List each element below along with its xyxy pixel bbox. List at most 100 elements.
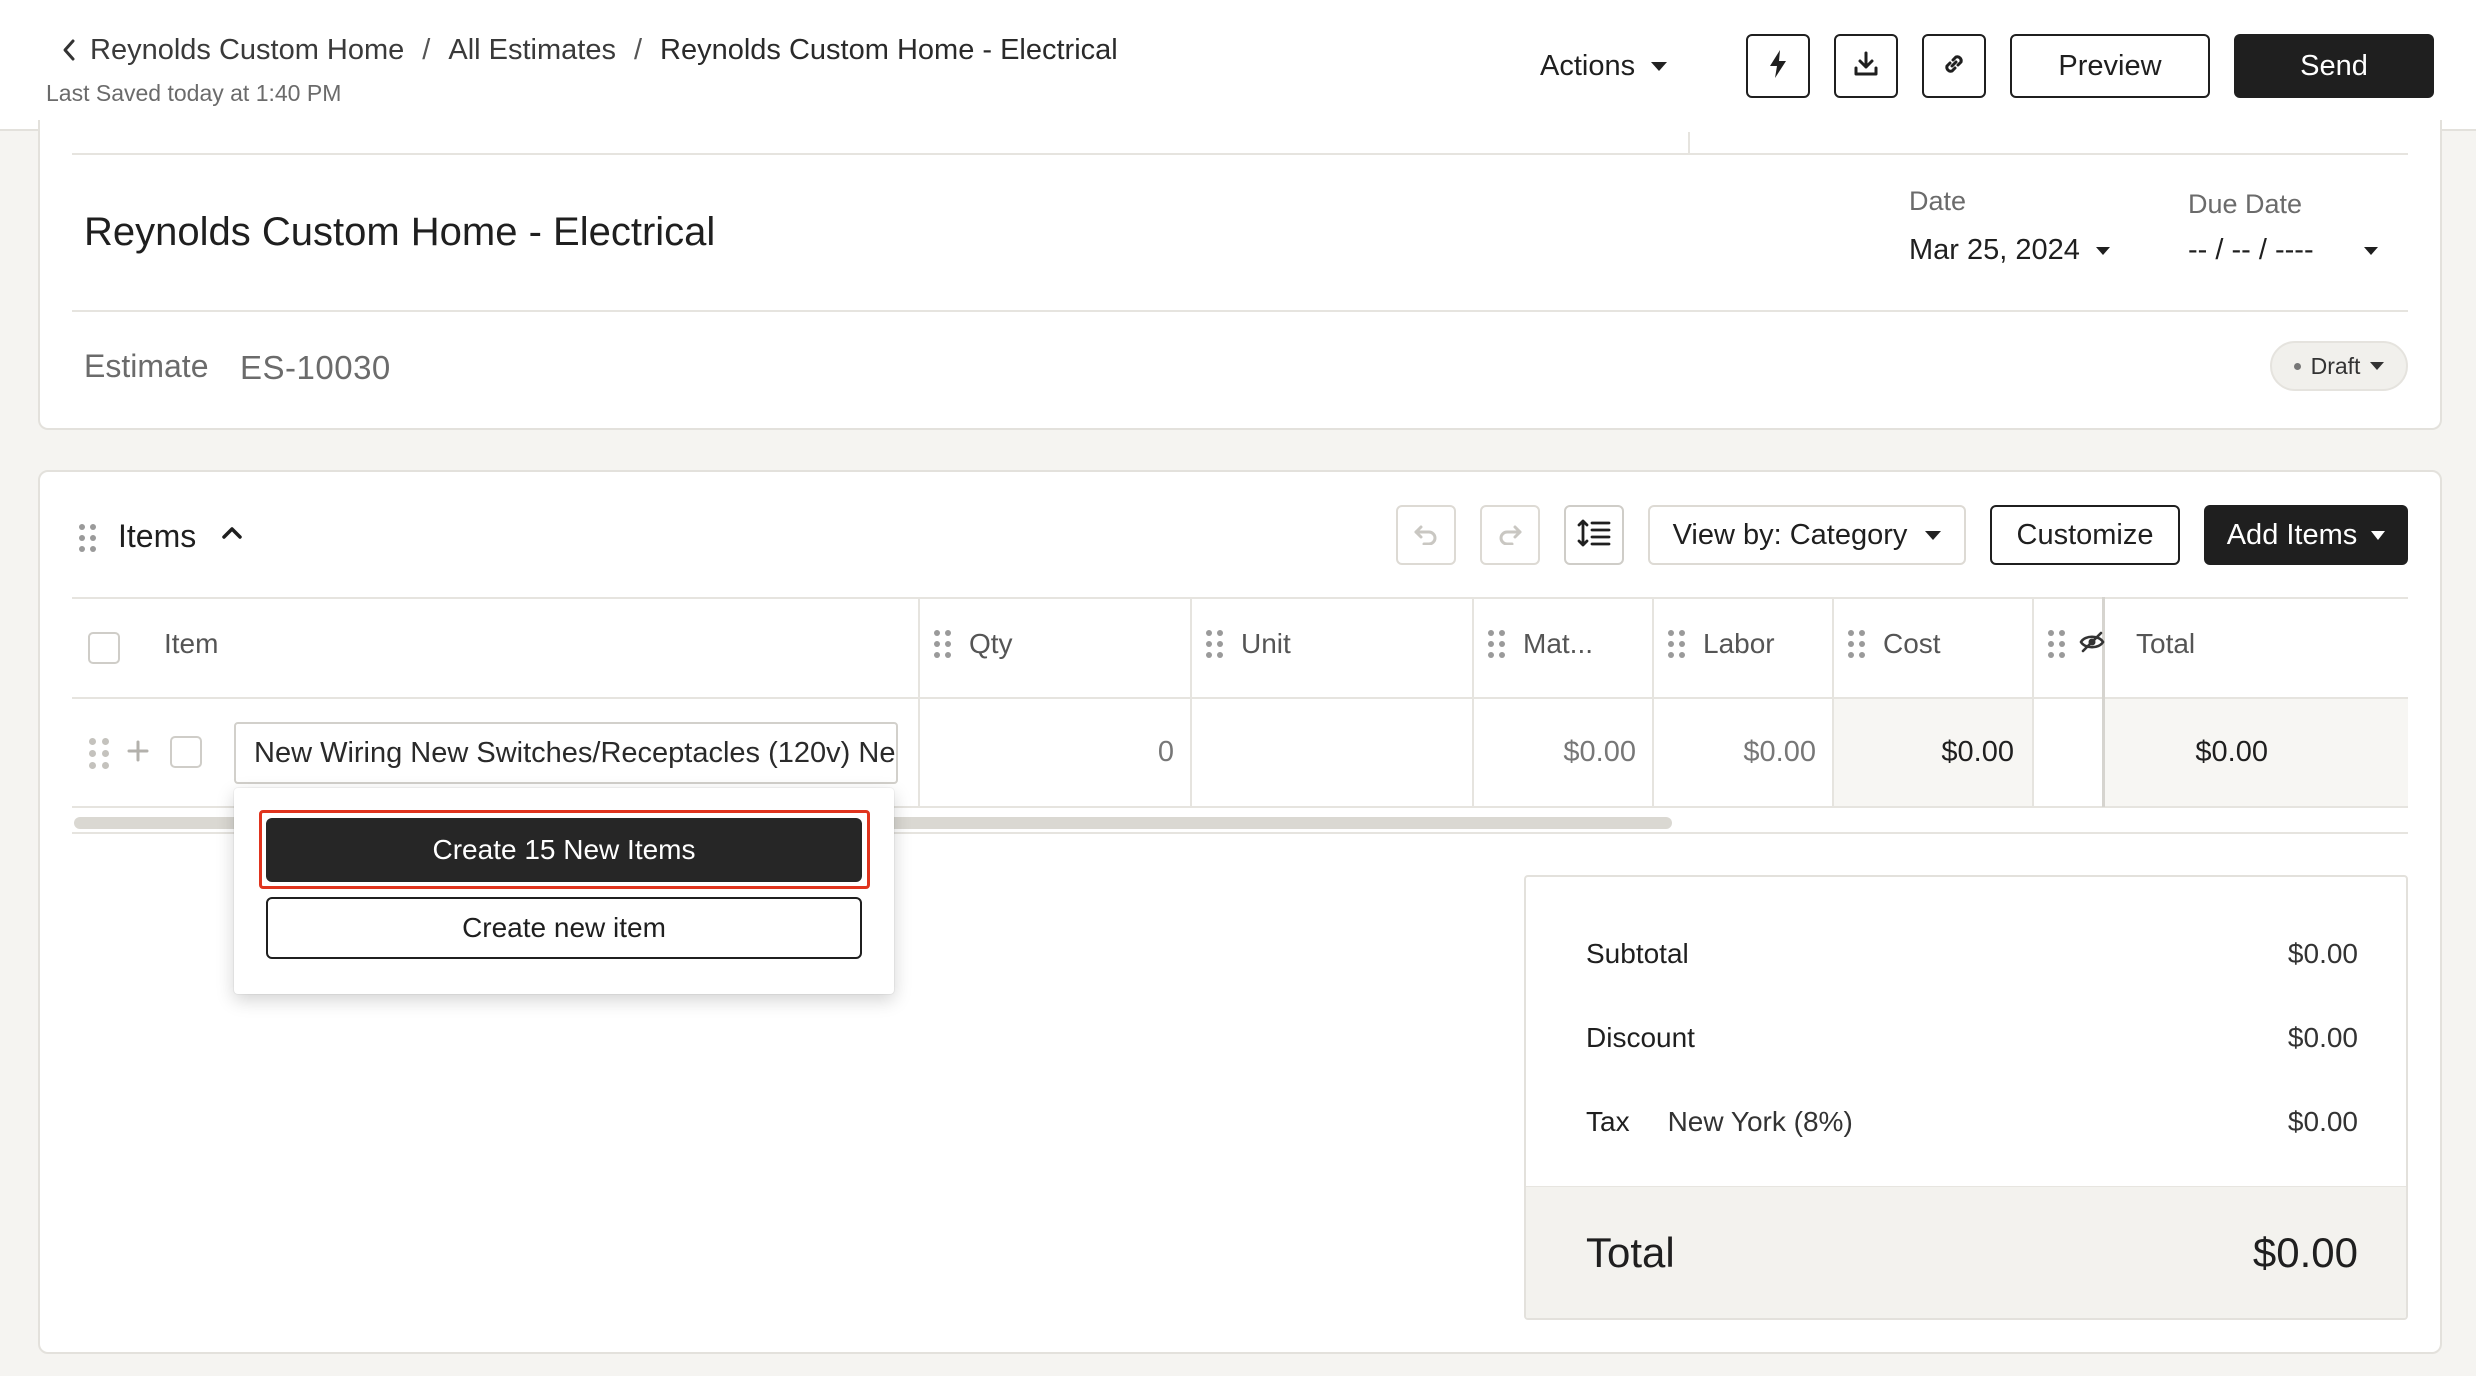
create-multiple-items-button[interactable]: Create 15 New Items [266,818,862,882]
table-header-border [72,697,2408,699]
undo-icon [1412,521,1440,550]
column-header-qty[interactable]: Qty [934,628,1013,660]
column-header-hidden[interactable] [2048,628,2105,660]
row-checkbox[interactable] [170,736,202,768]
send-button[interactable]: Send [2234,34,2434,98]
view-by-label: View by: Category [1672,518,1908,551]
add-items-label: Add Items [2226,518,2358,551]
add-row-icon[interactable] [126,739,150,768]
table-top-border [72,597,2408,599]
tax-label: Tax [1586,1106,1630,1137]
column-label: Total [2136,628,2196,659]
drag-handle-icon[interactable] [934,630,951,658]
divider [1688,132,1690,154]
caret-down-icon [1651,61,1668,71]
column-divider [1190,597,1192,807]
download-button[interactable] [1834,34,1898,98]
column-header-total[interactable]: Total [2136,628,2195,660]
column-header-labor[interactable]: Labor [1668,628,1775,660]
status-badge[interactable]: Draft [2270,341,2408,391]
total-cell: $0.00 [2195,736,2268,768]
column-header-item[interactable]: Item [164,628,218,660]
due-date-picker[interactable]: -- / -- / ---- [2188,234,2378,267]
column-label: Unit [1241,628,1291,659]
material-cell[interactable]: $0.00 [1480,736,1636,769]
discount-label: Discount [1586,1022,1695,1053]
due-date-label: Due Date [2188,189,2303,219]
subtotal-value: $0.00 [2287,938,2358,969]
redo-icon [1496,521,1524,550]
breadcrumb: Reynolds Custom Home / All Estimates / R… [60,30,1118,70]
caret-down-icon [2364,246,2378,255]
caret-down-icon [1925,530,1942,540]
actions-label: Actions [1540,49,1636,82]
line-spacing-button[interactable] [1564,505,1624,565]
column-label: Item [164,628,219,659]
estimate-info-card [38,120,2442,430]
total-label: Total [1586,1228,1675,1276]
column-divider [2032,597,2034,807]
breadcrumb-current: Reynolds Custom Home - Electrical [660,33,1118,66]
date-label: Date [1909,186,1967,216]
divider [72,310,2408,312]
column-divider [1472,597,1474,807]
column-header-unit[interactable]: Unit [1206,628,1291,660]
estimate-number[interactable]: ES-10030 [240,349,391,387]
copy-link-button[interactable] [1922,34,1986,98]
column-label: Cost [1883,628,1941,659]
eye-slash-icon[interactable] [2079,628,2105,660]
drag-handle-icon[interactable] [1488,630,1505,658]
grand-total-row: Total $0.00 [1526,1186,2406,1318]
date-picker[interactable]: Mar 25, 2024 [1909,234,2110,267]
items-title-label: Items [118,518,197,554]
estimate-title[interactable]: Reynolds Custom Home - Electrical [84,210,715,255]
row-drag-handle-icon[interactable] [89,738,109,769]
caret-down-icon [2095,246,2110,255]
drag-handle-icon[interactable] [1848,630,1865,658]
preview-button[interactable]: Preview [2010,34,2210,98]
due-date-value: -- / -- / ---- [2188,234,2314,266]
subtotal-label: Subtotal [1586,938,1689,969]
undo-button[interactable] [1396,505,1456,565]
qty-cell[interactable]: 0 [1000,736,1174,769]
chevron-left-icon[interactable] [60,30,90,70]
automation-button[interactable] [1746,34,1810,98]
chevron-up-icon[interactable] [220,524,244,545]
tax-region[interactable]: New York (8%) [1668,1106,1853,1138]
drag-handle-icon[interactable] [1668,630,1685,658]
column-label: Qty [969,628,1013,659]
breadcrumb-project-link[interactable]: Reynolds Custom Home [90,34,404,67]
drag-handle-icon[interactable] [79,524,96,552]
tax-row[interactable]: Tax New York (8%) $0.00 [1586,1106,2358,1138]
column-label: Labor [1703,628,1775,659]
drag-handle-icon[interactable] [1206,630,1223,658]
cost-cell: $0.00 [1941,736,2014,768]
status-label: Draft [2310,352,2361,379]
redo-button[interactable] [1480,505,1540,565]
add-items-button[interactable]: Add Items [2204,505,2408,565]
download-icon [1852,50,1880,83]
items-section-title[interactable]: Items [118,518,196,555]
labor-cell[interactable]: $0.00 [1660,736,1816,769]
create-new-item-button[interactable]: Create new item [266,897,862,959]
breadcrumb-all-estimates-link[interactable]: All Estimates [448,34,616,67]
select-all-checkbox[interactable] [88,632,120,664]
view-by-dropdown[interactable]: View by: Category [1648,505,1966,565]
breadcrumb-separator: / [422,33,431,66]
column-header-cost[interactable]: Cost [1848,628,1941,660]
actions-dropdown[interactable]: Actions [1540,42,1668,90]
last-saved-text: Last Saved today at 1:40 PM [46,80,342,106]
divider [72,153,2408,155]
caret-down-icon [2370,362,2385,370]
drag-handle-icon[interactable] [2048,630,2065,658]
discount-row[interactable]: Discount $0.00 [1586,1022,2358,1054]
column-divider [918,597,920,807]
item-name-value: New Wiring New Switches/Receptacles (120… [254,736,896,769]
column-header-material[interactable]: Mat... [1488,628,1593,660]
estimate-label: Estimate [84,348,209,384]
item-name-input[interactable]: New Wiring New Switches/Receptacles (120… [234,722,898,784]
column-divider [1652,597,1654,807]
customize-button[interactable]: Customize [1990,505,2180,565]
column-label: Mat... [1523,628,1594,659]
link-icon [1940,50,1968,83]
